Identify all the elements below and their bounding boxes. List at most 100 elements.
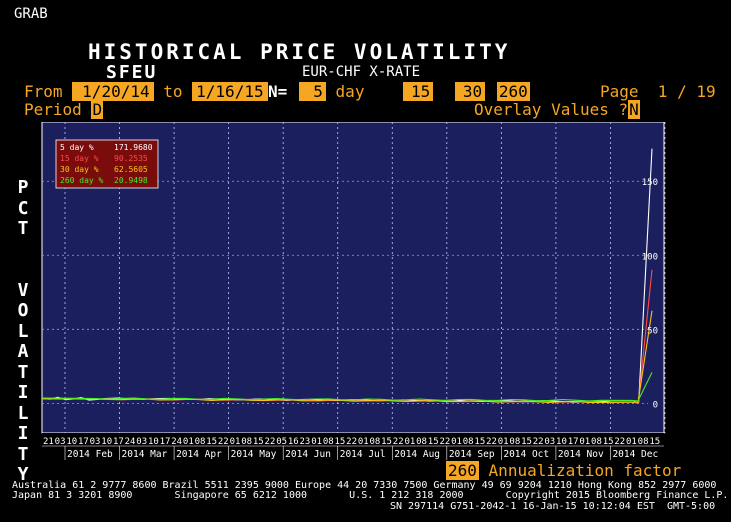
x-day-tick: 08: [369, 437, 380, 447]
n-field-30[interactable]: 30: [454, 82, 486, 101]
n-field-5[interactable]: 5: [299, 82, 326, 101]
overlay-label: Overlay Values ?: [474, 100, 629, 119]
period-row: Period D: [24, 100, 104, 119]
x-day-tick: 22: [265, 437, 276, 447]
x-day-tick: 22: [614, 437, 625, 447]
page-label: Page: [600, 82, 639, 101]
n-field-15[interactable]: 15: [403, 82, 434, 101]
date-range-row: From 1/20/14 to 1/16/15: [24, 82, 268, 101]
x-day-tick: 15: [649, 437, 660, 447]
x-day-tick: 15: [428, 437, 439, 447]
x-day-tick: 17: [160, 437, 171, 447]
x-month-label: 2014 Aug: [394, 449, 440, 460]
x-month-label: 2014 Oct: [503, 449, 549, 460]
x-day-tick: 15: [206, 437, 217, 447]
y-axis-label-char: I: [17, 423, 29, 444]
y-axis-label: PCT VOLATILITY: [12, 177, 34, 486]
n-unit: day: [335, 82, 365, 101]
x-day-tick: 01: [579, 437, 590, 447]
x-day-tick: 08: [591, 437, 602, 447]
x-day-tick: 08: [463, 437, 474, 447]
chart-title: HISTORICAL PRICE VOLATILITY: [88, 40, 511, 64]
x-month-label: 2014 Feb: [67, 449, 113, 460]
x-day-tick: 01: [311, 437, 322, 447]
legend-series-name: 30 day %: [60, 165, 99, 174]
y-axis-label-char: [12, 240, 34, 261]
x-day-tick: 03: [55, 437, 66, 447]
x-day-tick: 10: [556, 437, 567, 447]
to-label: to: [163, 82, 183, 101]
y-axis-label-char: C: [17, 197, 29, 219]
extra-periods: 15 30 260: [403, 82, 530, 101]
legend-series-name: 5 day %: [60, 143, 94, 152]
x-day-tick: 17: [78, 437, 89, 447]
x-day-tick: 15: [603, 437, 614, 447]
period-field[interactable]: D: [91, 100, 104, 119]
x-month-label: 2014 Jul: [340, 449, 386, 460]
x-day-tick: 01: [358, 437, 369, 447]
x-day-tick: 10: [66, 437, 77, 447]
y-axis-label-char: T: [17, 361, 29, 383]
from-date-field[interactable]: 1/20/14: [72, 82, 154, 101]
y-tick-label: 100: [642, 252, 658, 262]
annualization-field[interactable]: 260: [446, 461, 479, 480]
security-name: EUR-CHF X-RATE: [302, 64, 421, 80]
x-day-tick: 24: [125, 437, 136, 447]
y-axis-label-char: T: [17, 218, 29, 239]
n-label: N=: [268, 82, 288, 101]
x-month-label: 2014 Dec: [612, 449, 658, 460]
x-day-tick: 08: [195, 437, 206, 447]
legend-series-value: 62.5605: [114, 165, 148, 174]
x-day-tick: 22: [439, 437, 450, 447]
x-day-tick: 17: [568, 437, 579, 447]
legend-series-name: 15 day %: [60, 154, 99, 163]
x-day-tick: 24: [171, 437, 182, 447]
x-month-label: 2014 Jun: [285, 449, 331, 460]
x-day-tick: 01: [626, 437, 637, 447]
y-axis-label-char: O: [17, 300, 29, 321]
to-date-field[interactable]: 1/16/15: [192, 82, 268, 101]
y-axis-label-char: [12, 260, 34, 281]
volatility-chart: 05010015021 03 10 17 03 10 17 24 03 10 17 24 01 08 15 2…: [41, 122, 666, 460]
y-axis-label-char: L: [17, 402, 29, 424]
x-day-tick: 08: [241, 437, 252, 447]
x-day-tick: 01: [230, 437, 241, 447]
annualization-row: 260 Annualization factor: [446, 461, 681, 480]
x-day-tick: 10: [148, 437, 159, 447]
x-day-tick: 15: [253, 437, 264, 447]
grab-label: GRAB: [14, 6, 48, 22]
x-day-tick: 15: [521, 437, 532, 447]
x-day-tick: 17: [113, 437, 124, 447]
x-day-tick: 08: [416, 437, 427, 447]
x-day-tick: 01: [498, 437, 509, 447]
y-axis-label-char: A: [17, 341, 29, 362]
x-month-label: 2014 Apr: [176, 449, 222, 460]
x-day-tick: 22: [218, 437, 229, 447]
page-value: 1 / 19: [657, 82, 716, 101]
legend-series-value: 171.9680: [114, 143, 153, 152]
x-day-tick: 21: [43, 437, 54, 447]
x-day-tick: 01: [404, 437, 415, 447]
x-day-tick: 22: [346, 437, 357, 447]
x-day-tick: 15: [335, 437, 346, 447]
legend-series-name: 260 day %: [60, 176, 104, 185]
x-day-tick: 10: [101, 437, 112, 447]
x-day-tick: 22: [486, 437, 497, 447]
overlay-field[interactable]: N: [628, 100, 640, 119]
ticker-label: SFEU: [106, 62, 158, 83]
y-axis-label-char: L: [17, 320, 29, 342]
x-day-tick: 22: [533, 437, 544, 447]
x-day-tick: 05: [276, 437, 287, 447]
y-axis-label-char: P: [17, 177, 29, 198]
x-day-tick: 01: [451, 437, 462, 447]
footer-contacts-2: Japan 81 3 3201 8900 Singapore 65 6212 1…: [12, 490, 729, 501]
n-field-260[interactable]: 260: [496, 82, 530, 101]
y-axis-label-char: I: [17, 382, 29, 403]
period-label: Period: [24, 100, 82, 119]
page-row: Page 1 / 19: [600, 82, 716, 101]
x-month-label: 2014 Sep: [449, 449, 495, 460]
annualization-label: Annualization factor: [488, 461, 682, 480]
x-day-tick: 03: [90, 437, 101, 447]
legend-series-value: 20.9498: [114, 176, 148, 185]
x-day-tick: 08: [638, 437, 649, 447]
